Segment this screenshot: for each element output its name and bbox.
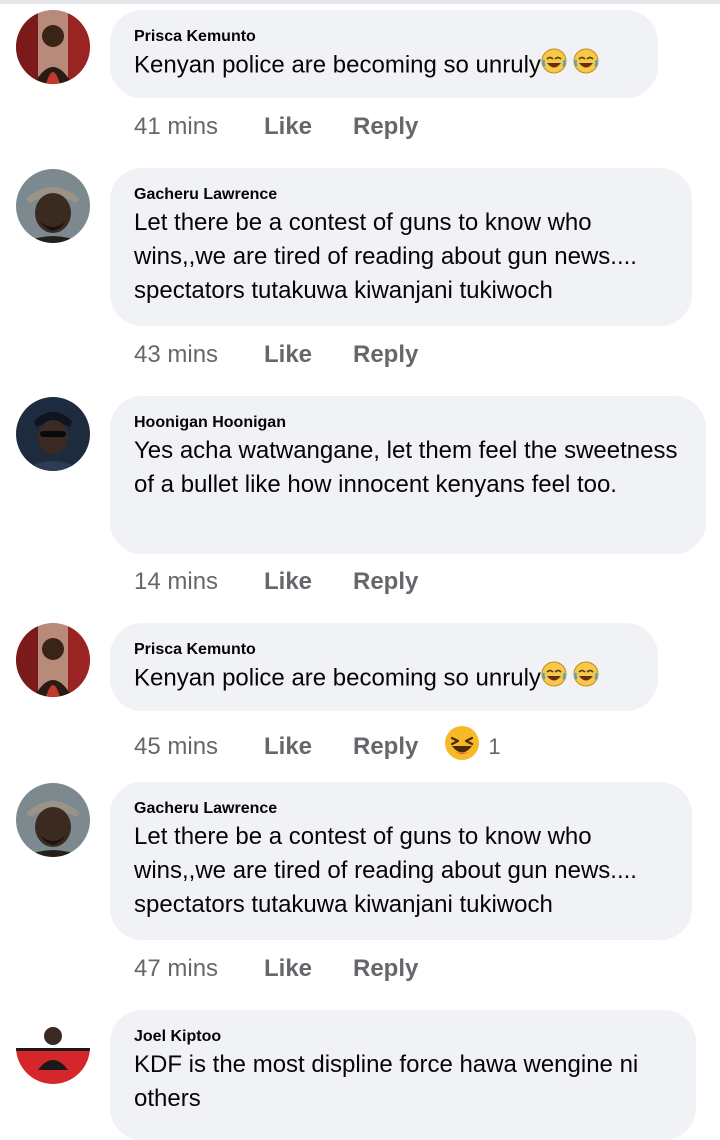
comment-timestamp[interactable]: 41 mins bbox=[134, 112, 264, 142]
like-button[interactable]: Like bbox=[264, 340, 353, 370]
comment-timestamp[interactable]: 14 mins bbox=[134, 567, 264, 597]
comment-bubble: Hoonigan Hoonigan Yes acha watwangane, l… bbox=[110, 396, 706, 554]
comment-text: Kenyan police are becoming so unruly bbox=[134, 48, 632, 84]
comment-author[interactable]: Gacheru Lawrence bbox=[134, 798, 666, 820]
hoonigan-avatar-image bbox=[16, 397, 90, 471]
reply-button[interactable]: Reply bbox=[353, 340, 418, 370]
laughing-crying-emoji bbox=[541, 48, 567, 84]
avatar[interactable] bbox=[16, 623, 90, 697]
comment-text: Yes acha watwangane, let them feel the s… bbox=[134, 437, 685, 498]
gacheru-avatar-image bbox=[16, 169, 90, 243]
comment-bubble: Prisca Kemunto Kenyan police are becomin… bbox=[110, 623, 658, 711]
laughing-crying-emoji bbox=[573, 661, 599, 697]
comment-author[interactable]: Gacheru Lawrence bbox=[134, 184, 666, 206]
comment-author[interactable]: Prisca Kemunto bbox=[134, 639, 632, 661]
comment-text: Let there be a contest of guns to know w… bbox=[134, 823, 644, 918]
comment-timestamp[interactable]: 45 mins bbox=[134, 732, 264, 762]
laughing-crying-emoji bbox=[573, 48, 599, 84]
comment-bubble: Prisca Kemunto Kenyan police are becomin… bbox=[110, 10, 658, 98]
avatar[interactable] bbox=[16, 397, 90, 471]
gacheru-avatar-image bbox=[16, 783, 90, 857]
comment-timestamp[interactable]: 47 mins bbox=[134, 954, 264, 984]
avatar[interactable] bbox=[16, 1010, 90, 1084]
reply-button[interactable]: Reply bbox=[353, 954, 418, 984]
comment-actions: 43 mins Like Reply bbox=[134, 340, 418, 370]
comment-timestamp[interactable]: 43 mins bbox=[134, 340, 264, 370]
laughing-crying-emoji bbox=[541, 661, 567, 697]
comment-author[interactable]: Joel Kiptoo bbox=[134, 1026, 670, 1048]
comment-author[interactable]: Hoonigan Hoonigan bbox=[134, 412, 680, 434]
comment-author[interactable]: Prisca Kemunto bbox=[134, 26, 632, 48]
top-divider bbox=[0, 0, 720, 4]
like-button[interactable]: Like bbox=[264, 732, 353, 762]
like-button[interactable]: Like bbox=[264, 567, 353, 597]
comment-bubble: Gacheru Lawrence Let there be a contest … bbox=[110, 782, 692, 940]
comment-text: Kenyan police are becoming so unruly bbox=[134, 661, 632, 697]
reply-button[interactable]: Reply bbox=[353, 112, 418, 142]
comment-text: KDF is the most displine force hawa weng… bbox=[134, 1051, 645, 1112]
avatar[interactable] bbox=[16, 169, 90, 243]
prisca-avatar-image bbox=[16, 10, 90, 84]
comment-bubble: Gacheru Lawrence Let there be a contest … bbox=[110, 168, 692, 326]
comment-bubble: Joel Kiptoo KDF is the most displine for… bbox=[110, 1010, 696, 1140]
reply-button[interactable]: Reply bbox=[353, 732, 418, 762]
comment-actions: 45 mins Like Reply 1 bbox=[134, 725, 501, 769]
reply-button[interactable]: Reply bbox=[353, 567, 418, 597]
like-button[interactable]: Like bbox=[264, 954, 353, 984]
prisca-avatar-image bbox=[16, 623, 90, 697]
haha-reaction-icon bbox=[444, 725, 480, 769]
avatar[interactable] bbox=[16, 783, 90, 857]
comment-text: Let there be a contest of guns to know w… bbox=[134, 209, 644, 304]
joel-avatar-image bbox=[16, 1010, 90, 1084]
comment-actions: 14 mins Like Reply bbox=[134, 567, 418, 597]
comment-actions: 41 mins Like Reply bbox=[134, 112, 418, 142]
like-button[interactable]: Like bbox=[264, 112, 353, 142]
reaction-summary[interactable]: 1 bbox=[444, 725, 501, 769]
avatar[interactable] bbox=[16, 10, 90, 84]
reaction-count: 1 bbox=[488, 734, 501, 759]
comment-actions: 47 mins Like Reply bbox=[134, 954, 418, 984]
